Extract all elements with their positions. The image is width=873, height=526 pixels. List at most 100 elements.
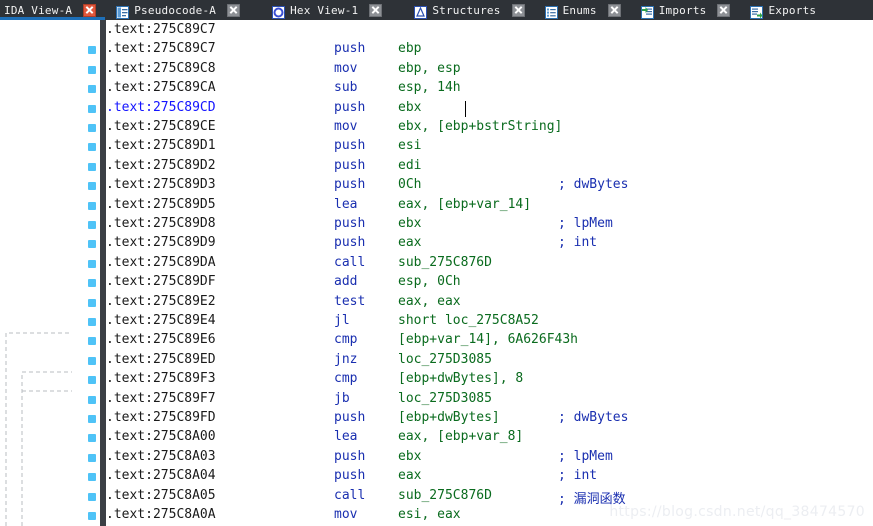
- line-operands[interactable]: sub_275C876D: [398, 255, 492, 270]
- line-operands[interactable]: ebx: [398, 449, 421, 464]
- disassembly-line[interactable]: .text:275C89DF add esp, 0Ch: [106, 274, 873, 293]
- breakpoint-dot[interactable]: [88, 279, 96, 288]
- close-icon[interactable]: [511, 3, 525, 17]
- tab-exports[interactable]: Exports: [746, 0, 818, 20]
- disassembly-line[interactable]: .text:275C89E4 jl short loc_275C8A52: [106, 313, 873, 332]
- line-operands[interactable]: ebp, esp: [398, 61, 461, 76]
- tab-structures[interactable]: Structures: [410, 0, 526, 20]
- disassembly-line[interactable]: .text:275C89F7 jb loc_275D3085: [106, 391, 873, 410]
- breakpoint-dot[interactable]: [88, 337, 96, 346]
- line-mnemonic: mov: [334, 119, 358, 134]
- line-operands[interactable]: loc_275D3085: [398, 352, 492, 367]
- line-operands[interactable]: loc_275D3085: [398, 391, 492, 406]
- disassembly-line[interactable]: .text:275C89FD push [ebp+dwBytes] ; dwBytes: [106, 410, 873, 429]
- line-operands[interactable]: ebx: [398, 216, 421, 231]
- line-operands[interactable]: eax: [398, 468, 421, 483]
- tab-enums[interactable]: Enums: [541, 0, 623, 20]
- close-icon[interactable]: [83, 3, 97, 17]
- breakpoint-dot[interactable]: [88, 492, 96, 501]
- breakpoint-dot[interactable]: [88, 221, 96, 229]
- breakpoint-dot[interactable]: [88, 473, 96, 482]
- disassembly-line[interactable]: .text:275C89CA sub esp, 14h: [106, 80, 873, 99]
- line-mnemonic: call: [334, 487, 366, 503]
- breakpoint-dot[interactable]: [88, 512, 96, 520]
- breakpoint-dot[interactable]: [88, 376, 96, 385]
- disassembly-line[interactable]: .text:275C8A04 push eax ; int: [106, 468, 873, 487]
- breakpoint-dot[interactable]: [88, 259, 96, 268]
- line-operands[interactable]: esi, eax: [398, 507, 461, 522]
- breakpoint-dot[interactable]: [88, 104, 96, 113]
- line-operands[interactable]: sub_275C876D: [398, 488, 492, 503]
- disassembly-line[interactable]: .text:275C8A00 lea eax, [ebp+var_8]: [106, 429, 873, 448]
- disassembly-line[interactable]: .text:275C89CD push ebx: [106, 100, 873, 119]
- breakpoint-dot[interactable]: [88, 240, 96, 249]
- line-operands[interactable]: [ebp+dwBytes]: [398, 410, 500, 425]
- line-operands[interactable]: short loc_275C8A52: [398, 313, 539, 328]
- disassembly-line[interactable]: .text:275C89D3 push 0Ch ; dwBytes: [106, 177, 873, 196]
- line-operands[interactable]: eax, eax: [398, 294, 461, 309]
- breakpoint-dot[interactable]: [88, 415, 96, 423]
- line-operands[interactable]: eax, [ebp+var_8]: [398, 429, 523, 444]
- disassembly-line[interactable]: .text:275C8A03 push ebx ; lpMem: [106, 449, 873, 468]
- disassembly-line[interactable]: .text:275C89F3 cmp [ebp+dwBytes], 8: [106, 371, 873, 390]
- breakpoint-dot[interactable]: [88, 46, 96, 55]
- disassembly-line[interactable]: .text:275C89D5 lea eax, [ebp+var_14]: [106, 197, 873, 216]
- close-icon[interactable]: [369, 3, 383, 17]
- disassembly-line[interactable]: .text:275C89CE mov ebx, [ebp+bstrString]: [106, 119, 873, 138]
- breakpoint-dot[interactable]: [88, 201, 96, 210]
- breakpoint-dot[interactable]: [88, 434, 96, 443]
- breakpoint-dot[interactable]: [88, 356, 96, 365]
- line-address: .text:275C8A0A: [106, 507, 216, 522]
- line-address: .text:275C89E4: [106, 313, 216, 328]
- close-icon[interactable]: [717, 3, 731, 17]
- disassembly-line[interactable]: .text:275C89DA call sub_275C876D: [106, 255, 873, 274]
- breakpoint-dot[interactable]: [88, 143, 96, 152]
- line-operands[interactable]: [ebp+var_14], 6A626F43h: [398, 332, 578, 347]
- disassembly-line[interactable]: .text:275C89ED jnz loc_275D3085: [106, 352, 873, 371]
- breakpoint-dot[interactable]: [88, 318, 96, 326]
- breakpoint-dot[interactable]: [88, 65, 96, 74]
- line-operands[interactable]: ebx: [398, 100, 421, 115]
- code-lines[interactable]: .text:275C89C7 .text:275C89C7 push ebp .text…: [106, 20, 873, 526]
- tab-label: Pseudocode-A: [134, 3, 217, 17]
- line-mnemonic: push: [334, 216, 366, 231]
- breakpoint-dot[interactable]: [88, 395, 96, 404]
- disassembly-line[interactable]: .text:275C89E2 test eax, eax: [106, 294, 873, 313]
- disassembly-line[interactable]: .text:275C89C7: [106, 22, 873, 41]
- line-operands[interactable]: eax: [398, 235, 421, 250]
- disassembly-line[interactable]: .text:275C89D1 push esi: [106, 138, 873, 157]
- line-operands[interactable]: ebp: [398, 41, 421, 56]
- disassembly-line[interactable]: .text:275C89D8 push ebx ; lpMem: [106, 216, 873, 235]
- breakpoint-dot[interactable]: [88, 85, 96, 94]
- disassembly-line[interactable]: .text:275C89E6 cmp [ebp+var_14], 6A626F43h: [106, 332, 873, 351]
- disassembly-line[interactable]: .text:275C89D2 push edi: [106, 158, 873, 177]
- breakpoint-dot[interactable]: [88, 182, 96, 191]
- disassembly-view[interactable]: .text:275C89C7 .text:275C89C7 push ebp .text…: [0, 20, 873, 526]
- line-comment: ; lpMem: [558, 216, 613, 231]
- tab-imports[interactable]: Imports: [637, 0, 733, 20]
- tab-label: Structures: [432, 3, 501, 17]
- line-operands[interactable]: esi: [398, 138, 421, 153]
- line-address: .text:275C89CA: [106, 80, 216, 96]
- tab-hex-view-1[interactable]: Hex View-1: [268, 0, 384, 20]
- tab-pseudocode-a[interactable]: Pseudocode-A: [112, 0, 242, 20]
- breakpoint-gutter[interactable]: [86, 20, 100, 526]
- breakpoint-dot[interactable]: [88, 298, 96, 307]
- breakpoint-dot[interactable]: [88, 124, 96, 132]
- line-operands[interactable]: [ebp+dwBytes], 8: [398, 371, 523, 386]
- line-mnemonic: push: [334, 235, 366, 251]
- disassembly-line[interactable]: .text:275C89C7 push ebp: [106, 41, 873, 60]
- line-operands[interactable]: esp, 14h: [398, 80, 461, 95]
- line-operands[interactable]: esp, 0Ch: [398, 274, 461, 289]
- line-address: .text:275C89E6: [106, 332, 216, 348]
- line-operands[interactable]: 0Ch: [398, 177, 421, 192]
- line-operands[interactable]: ebx, [ebp+bstrString]: [398, 119, 562, 134]
- close-icon[interactable]: [227, 3, 241, 17]
- line-operands[interactable]: eax, [ebp+var_14]: [398, 197, 531, 212]
- disassembly-line[interactable]: .text:275C89C8 mov ebp, esp: [106, 61, 873, 80]
- close-icon[interactable]: [607, 3, 621, 17]
- breakpoint-dot[interactable]: [88, 453, 96, 462]
- breakpoint-dot[interactable]: [88, 162, 96, 171]
- line-operands[interactable]: edi: [398, 158, 421, 173]
- disassembly-line[interactable]: .text:275C89D9 push eax ; int: [106, 235, 873, 254]
